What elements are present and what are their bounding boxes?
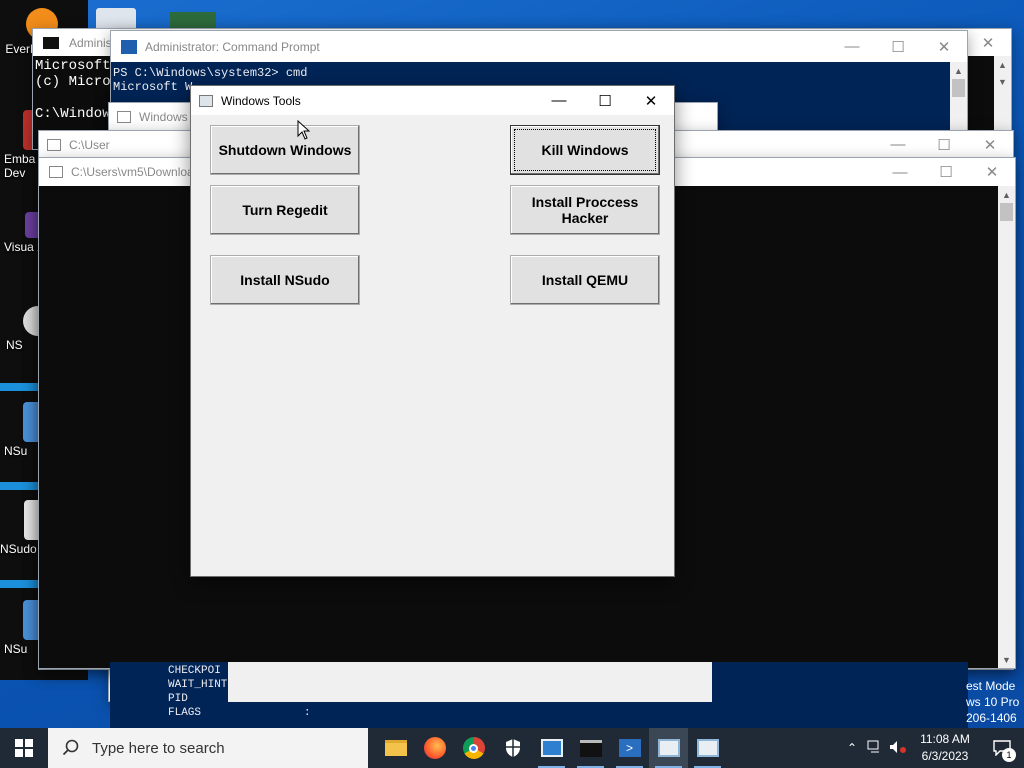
mouse-cursor-icon [297, 120, 311, 140]
clock-time: 11:08 AM [920, 732, 970, 746]
app-icon [47, 138, 61, 151]
taskbar-search-box[interactable]: Type here to search [48, 728, 368, 768]
taskbar-file-explorer[interactable] [376, 728, 415, 768]
action-center-button[interactable]: 1 [980, 728, 1024, 768]
taskbar-windows-security[interactable] [493, 728, 532, 768]
window-title: C:\Users\vm5\Downloa [71, 165, 194, 179]
search-icon [62, 739, 79, 756]
app-window-icon [696, 739, 719, 757]
taskbar-windows-tools[interactable] [532, 728, 571, 768]
taskbar-firefox[interactable] [415, 728, 454, 768]
maximize-icon[interactable]: ☐ [921, 131, 967, 158]
folder-icon [384, 740, 407, 756]
windows-tools-titlebar[interactable]: Windows Tools — ☐ ✕ [191, 86, 674, 115]
windows-tools-dialog[interactable]: Windows Tools — ☐ ✕ Shutdown Windows Kil… [190, 85, 675, 577]
taskbar-chrome[interactable] [454, 728, 493, 768]
scroll-thumb[interactable] [1000, 203, 1013, 221]
chevron-up-icon[interactable]: ⌃ [840, 741, 864, 755]
close-icon[interactable]: ✕ [967, 131, 1013, 158]
install-qemu-button[interactable]: Install QEMU [510, 255, 660, 305]
notification-badge: 1 [1002, 748, 1016, 762]
close-icon[interactable]: ✕ [628, 86, 674, 115]
taskbar-command-prompt[interactable] [571, 728, 610, 768]
vertical-scrollbar[interactable]: ▲ ▼ [998, 186, 1015, 668]
close-icon[interactable]: ✕ [921, 31, 967, 62]
shield-icon [505, 739, 520, 757]
shutdown-windows-button[interactable]: Shutdown Windows [210, 125, 360, 175]
window-title: Administrator: Command Prompt [145, 39, 320, 54]
app-icon [49, 166, 63, 178]
windows-logo-icon [15, 739, 33, 757]
test-mode-watermark: est Mode ws 10 Pro 206-1406 [966, 678, 1024, 726]
taskbar-powershell[interactable]: > [610, 728, 649, 768]
maximize-icon[interactable]: ☐ [582, 86, 628, 115]
app-icon [199, 94, 213, 107]
clock-date: 6/3/2023 [921, 749, 969, 763]
kill-windows-button[interactable]: Kill Windows [510, 125, 660, 175]
minimize-icon[interactable]: — [536, 86, 582, 115]
network-icon[interactable] [864, 740, 886, 757]
powershell-icon [121, 39, 137, 54]
watermark-line: ws 10 Pro [966, 695, 1020, 709]
turn-regedit-button[interactable]: Turn Regedit [210, 185, 360, 235]
taskbar-windows-tools-2[interactable] [649, 728, 688, 768]
powershell-icon: > [618, 739, 641, 757]
desktop-icon-label: NSudo [0, 542, 37, 556]
scroll-down-icon[interactable]: ▼ [998, 651, 1015, 668]
console-line: PS C:\Windows\system32> cmd [113, 66, 308, 80]
console-icon [43, 36, 59, 49]
desktop-icon-selection [0, 482, 38, 490]
windows-small-window-bottom [228, 662, 712, 702]
install-process-hacker-button[interactable]: Install Proccess Hacker [510, 185, 660, 235]
maximize-icon[interactable]: ☐ [923, 158, 969, 186]
app-window-icon [540, 739, 563, 757]
search-placeholder: Type here to search [92, 739, 225, 757]
app-window-icon [657, 739, 680, 757]
minimize-icon[interactable]: — [877, 158, 923, 186]
scroll-up-icon[interactable]: ▲ [994, 56, 1011, 73]
taskbar: Type here to search > ⌃ 11:08 AM 6/3/202… [0, 728, 1024, 768]
desktop-icon-selection [0, 580, 38, 588]
watermark-line: est Mode [966, 679, 1016, 693]
firefox-icon [423, 737, 446, 759]
taskbar-windows-tools-3[interactable] [688, 728, 727, 768]
dialog-title: Windows Tools [221, 93, 301, 108]
window-title: Administ [69, 35, 116, 50]
console-line: FLAGS: [168, 707, 311, 719]
command-prompt-icon [579, 739, 602, 757]
command-prompt-titlebar[interactable]: Administrator: Command Prompt — ☐ ✕ [111, 31, 967, 62]
window-title: C:\User [69, 137, 110, 152]
install-nsudo-button[interactable]: Install NSudo [210, 255, 360, 305]
maximize-icon[interactable]: ☐ [875, 31, 921, 62]
taskbar-clock[interactable]: 11:08 AM 6/3/2023 [910, 731, 980, 765]
close-icon[interactable]: ✕ [969, 158, 1015, 186]
watermark-line: 206-1406 [966, 711, 1017, 725]
scroll-up-icon[interactable]: ▲ [950, 62, 967, 79]
minimize-icon[interactable]: — [829, 31, 875, 62]
start-button[interactable] [0, 728, 48, 768]
volume-muted-icon[interactable] [886, 740, 910, 757]
chrome-icon [462, 737, 485, 759]
close-icon[interactable]: ✕ [965, 29, 1011, 56]
system-tray: ⌃ 11:08 AM 6/3/2023 1 [840, 728, 1024, 768]
minimize-icon[interactable]: — [875, 131, 921, 158]
scroll-thumb[interactable] [952, 79, 965, 97]
scroll-up-icon[interactable]: ▲ [998, 186, 1015, 203]
scroll-down-icon[interactable]: ▼ [994, 73, 1011, 90]
desktop-icon-selection [0, 383, 38, 391]
window-title: Windows [139, 109, 188, 124]
app-icon [117, 110, 131, 123]
